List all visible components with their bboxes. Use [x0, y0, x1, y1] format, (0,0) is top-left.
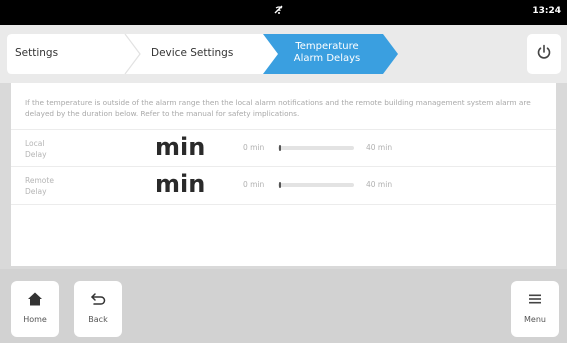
power-button[interactable] — [527, 34, 561, 74]
home-label: Home — [23, 315, 47, 324]
home-button[interactable]: Home — [11, 281, 59, 337]
back-button[interactable]: Back — [74, 281, 122, 337]
menu-label: Menu — [524, 315, 546, 324]
local-delay-label: Local Delay — [25, 138, 85, 160]
local-delay-label-line1: Local — [25, 139, 45, 148]
remote-delay-label: Remote Delay — [25, 175, 85, 197]
power-icon — [536, 44, 552, 64]
local-delay-slider[interactable] — [278, 145, 354, 151]
info-text: If the temperature is outside of the ala… — [25, 98, 531, 118]
back-label: Back — [88, 315, 108, 324]
back-icon — [90, 290, 106, 308]
remote-delay-slider-min: 0 min — [243, 180, 265, 189]
local-delay-value: min — [155, 133, 206, 161]
bottom-bar: Home Back Menu — [0, 269, 567, 343]
local-delay-row: Local Delay min 0 min 40 min — [11, 129, 556, 167]
menu-icon — [528, 290, 542, 308]
breadcrumb-bar: Settings Device Settings Temperature Ala… — [0, 25, 567, 83]
breadcrumb-active-line2: Alarm Delays — [293, 53, 361, 64]
local-delay-slider-min: 0 min — [243, 143, 265, 152]
breadcrumb-temperature-alarm-delays[interactable]: Temperature Alarm Delays — [277, 41, 377, 65]
remote-delay-slider[interactable] — [278, 182, 354, 188]
main-panel: If the temperature is outside of the ala… — [11, 83, 556, 266]
status-bar: 13:24 — [0, 0, 567, 25]
breadcrumb-settings[interactable]: Settings — [15, 47, 58, 59]
local-delay-slider-thumb[interactable] — [279, 145, 281, 151]
remote-delay-value: min — [155, 170, 206, 198]
breadcrumb: Settings Device Settings Temperature Ala… — [7, 34, 507, 74]
local-delay-slider-max: 40 min — [366, 143, 393, 152]
remote-delay-slider-max: 40 min — [366, 180, 393, 189]
breadcrumb-device-settings[interactable]: Device Settings — [151, 47, 233, 59]
local-delay-label-line2: Delay — [25, 150, 47, 159]
remote-delay-slider-thumb[interactable] — [279, 182, 281, 188]
no-signal-icon — [273, 4, 285, 19]
menu-button[interactable]: Menu — [511, 281, 559, 337]
remote-delay-label-line1: Remote — [25, 176, 54, 185]
remote-delay-row: Remote Delay min 0 min 40 min — [11, 167, 556, 205]
home-icon — [27, 290, 43, 308]
remote-delay-label-line2: Delay — [25, 187, 47, 196]
status-clock: 13:24 — [532, 6, 561, 16]
breadcrumb-active-line1: Temperature — [295, 41, 359, 52]
